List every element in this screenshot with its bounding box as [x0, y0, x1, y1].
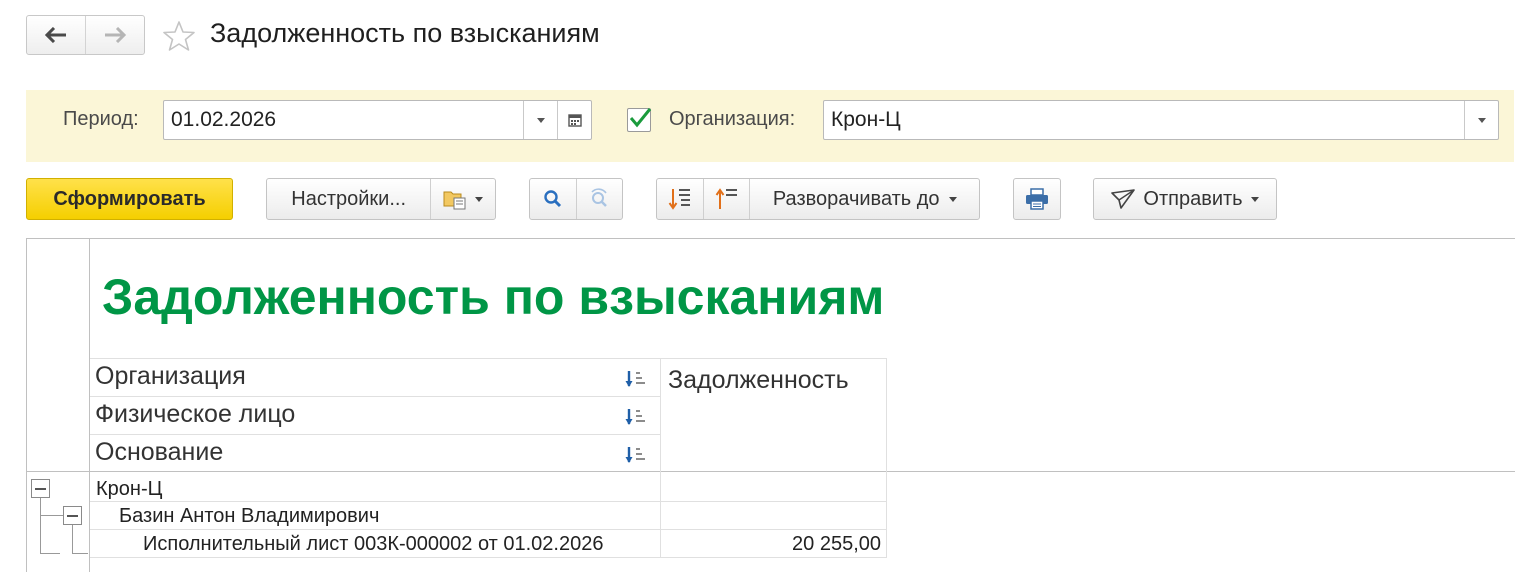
organization-value[interactable]: Крон-Ц — [824, 108, 1464, 132]
sort-icon[interactable] — [624, 406, 646, 428]
collapse-all-button[interactable] — [657, 179, 703, 219]
grid-line — [90, 434, 660, 435]
sort-icon[interactable] — [624, 444, 646, 466]
report-gutter-border — [89, 238, 90, 572]
organization-dropdown-button[interactable] — [1464, 101, 1498, 139]
row-document-debt[interactable]: 20 255,00 — [661, 533, 881, 556]
grid-line — [90, 529, 886, 530]
report-header-border — [26, 471, 1515, 472]
grid-line — [90, 501, 886, 502]
report-border-top — [26, 238, 1515, 239]
organization-label: Организация: — [669, 108, 796, 130]
header-debt[interactable]: Задолженность — [668, 366, 849, 395]
period-label: Период: — [63, 108, 139, 130]
arrow-left-icon — [45, 27, 66, 43]
chevron-down-icon — [475, 196, 484, 202]
checkmark-icon — [629, 108, 652, 128]
print-button[interactable] — [1013, 178, 1061, 220]
sort-icon[interactable] — [624, 368, 646, 390]
search-button-group — [529, 178, 623, 220]
send-label: Отправить — [1143, 187, 1243, 210]
row-document[interactable]: Исполнительный лист 003К-000002 от 01.02… — [143, 533, 603, 556]
collapse-group-icon[interactable] — [31, 479, 50, 498]
organization-checkbox[interactable] — [627, 108, 652, 132]
grid-line — [886, 358, 887, 558]
paper-plane-icon — [1111, 189, 1136, 209]
grid-line — [90, 358, 886, 359]
period-field[interactable]: 01.02.2026 — [163, 100, 592, 140]
chevron-down-icon — [948, 196, 957, 202]
tree-line — [72, 525, 73, 554]
grouping-button-group: Разворачивать до — [656, 178, 980, 220]
chevron-down-icon — [536, 117, 545, 123]
back-button[interactable] — [27, 16, 85, 54]
calendar-icon — [567, 114, 582, 127]
row-organization[interactable]: Крон-Ц — [96, 478, 162, 501]
folder-variants-icon — [443, 191, 466, 210]
favorite-star-icon[interactable] — [163, 20, 195, 52]
grid-line — [90, 396, 660, 397]
settings-button-group: Настройки... — [266, 178, 496, 220]
chevron-down-icon — [1477, 117, 1486, 123]
settings-button[interactable]: Настройки... — [267, 179, 430, 219]
page-title: Задолженность по взысканиям — [210, 18, 600, 48]
period-value[interactable]: 01.02.2026 — [164, 108, 523, 132]
tree-line — [40, 515, 63, 516]
header-basis[interactable]: Основание — [95, 438, 223, 467]
grid-line — [660, 358, 661, 558]
report-title: Задолженность по взысканиям — [102, 269, 885, 325]
find-button[interactable] — [530, 179, 576, 219]
collapse-group-icon[interactable] — [63, 506, 82, 525]
search-next-icon — [591, 188, 608, 207]
chevron-down-icon — [1250, 196, 1259, 202]
expand-to-label: Разворачивать до — [772, 187, 940, 210]
search-icon — [544, 190, 561, 208]
period-calendar-button[interactable] — [557, 101, 591, 139]
period-dropdown-button[interactable] — [523, 101, 557, 139]
expand-all-button[interactable] — [704, 179, 750, 219]
header-person[interactable]: Физическое лицо — [95, 400, 295, 429]
header-organization[interactable]: Организация — [95, 362, 246, 391]
send-dropdown-button[interactable]: Отправить — [1093, 178, 1277, 220]
expand-to-dropdown[interactable]: Разворачивать до — [750, 179, 979, 219]
grid-line — [90, 557, 886, 558]
forward-button[interactable] — [85, 16, 144, 54]
variants-dropdown-button[interactable] — [431, 179, 495, 219]
find-next-button[interactable] — [577, 179, 623, 219]
arrow-right-icon — [105, 27, 126, 43]
printer-icon — [1026, 188, 1048, 210]
row-person[interactable]: Базин Антон Владимирович — [119, 505, 379, 528]
tree-line — [40, 498, 41, 554]
generate-button[interactable]: Сформировать — [26, 178, 233, 220]
tree-line — [72, 553, 88, 554]
tree-line — [40, 553, 60, 554]
sort-expand-icon — [715, 188, 737, 209]
sort-collapse-icon — [668, 189, 690, 210]
history-nav — [26, 15, 145, 55]
organization-field[interactable]: Крон-Ц — [823, 100, 1499, 140]
report-border-left — [26, 238, 27, 572]
